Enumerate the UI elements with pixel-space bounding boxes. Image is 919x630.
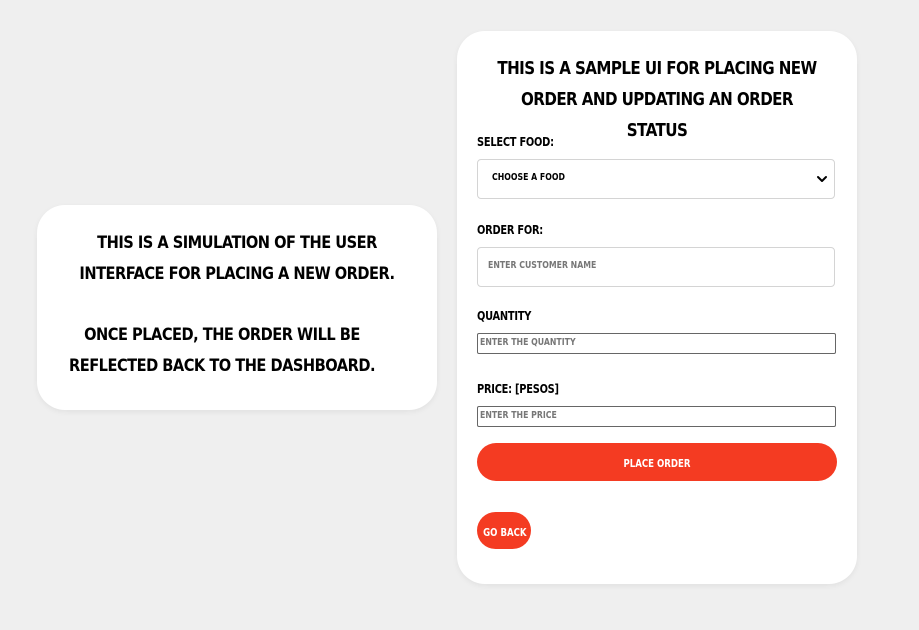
price-input[interactable]: Enter the price bbox=[477, 406, 836, 427]
form-title: This is a sample UI for placing new orde… bbox=[497, 58, 817, 141]
price-label: Price: [Pesos] bbox=[477, 382, 559, 396]
info-paragraph-2: Once placed, the order will be reflected… bbox=[69, 325, 376, 376]
customer-name-input[interactable]: Enter Customer Name bbox=[477, 247, 835, 287]
customer-name-placeholder: Enter Customer Name bbox=[488, 260, 597, 271]
place-order-button[interactable]: Place Order bbox=[477, 443, 837, 481]
order-for-label: Order For: bbox=[477, 223, 543, 237]
go-back-label: Go Back bbox=[483, 526, 527, 539]
place-order-label: Place Order bbox=[623, 457, 691, 470]
quantity-label: Quantity bbox=[477, 309, 532, 323]
info-paragraph-1: This is a simulation of the user interfa… bbox=[79, 233, 395, 284]
go-back-button[interactable]: Go Back bbox=[477, 512, 531, 549]
quantity-placeholder: Enter the quantity bbox=[480, 337, 576, 348]
order-form-card: This is a sample UI for placing new orde… bbox=[457, 31, 857, 584]
info-card: This is a simulation of the user interfa… bbox=[37, 205, 437, 410]
quantity-input[interactable]: Enter the quantity bbox=[477, 333, 836, 354]
food-select[interactable]: Choose a Food bbox=[477, 159, 835, 199]
page: This is a simulation of the user interfa… bbox=[0, 0, 919, 630]
select-food-label: Select Food: bbox=[477, 135, 554, 149]
chevron-down-icon bbox=[817, 176, 827, 182]
price-placeholder: Enter the price bbox=[480, 410, 557, 421]
food-select-value: Choose a Food bbox=[492, 172, 566, 183]
